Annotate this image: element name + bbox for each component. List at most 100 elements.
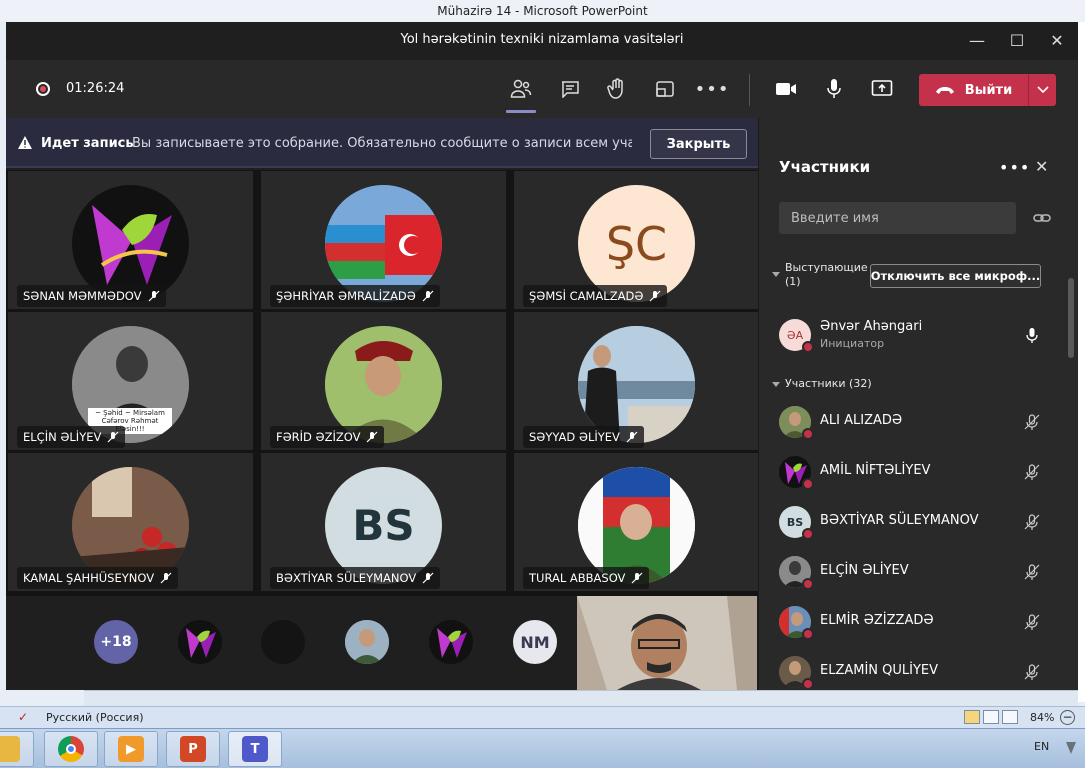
microphone-icon[interactable]	[821, 77, 847, 101]
status-badge	[802, 478, 814, 490]
participant-tile[interactable]: TURAL ABBASOV	[514, 453, 759, 591]
participant-row[interactable]: BS BƏXTİYAR SÜLEYMANOV	[759, 500, 1059, 544]
mic-off-icon[interactable]	[1023, 563, 1041, 581]
recording-icon	[36, 82, 50, 96]
presenters-collapse-icon[interactable]	[772, 272, 780, 277]
chrome-button[interactable]	[44, 731, 98, 767]
recording-banner: Идет запись Вы записываете это собрание.…	[6, 118, 758, 168]
input-language[interactable]: EN	[1034, 740, 1049, 753]
action-center-icon[interactable]	[1066, 742, 1076, 754]
panel-more-icon[interactable]: •••	[999, 158, 1030, 177]
participant-row[interactable]: ELZAMİN QULİYEV	[759, 650, 1059, 694]
attendees-collapse-icon[interactable]	[772, 382, 780, 387]
participants-toggle-icon[interactable]	[506, 77, 536, 113]
teams-title-bar: Yol hərəkətinin texniki nizamlama vasitə…	[6, 22, 1078, 60]
maximize-icon[interactable]: ☐	[1006, 30, 1028, 52]
camera-icon[interactable]	[773, 77, 799, 101]
screen: Mühazirə 14 - Microsoft PowerPoint ✓ Рус…	[0, 0, 1085, 768]
participant-bubble[interactable]	[429, 620, 473, 664]
teams-button[interactable]: T	[228, 731, 282, 767]
participant-name-tag: ELÇİN ƏLİYEV	[17, 426, 126, 448]
panel-close-icon[interactable]: ✕	[1035, 157, 1048, 176]
raise-hand-icon[interactable]	[604, 77, 630, 101]
presenters-section-label[interactable]: Выступающие (1)	[785, 261, 868, 289]
participant-bubble[interactable]: NM	[513, 620, 557, 664]
leave-options-button[interactable]	[1028, 74, 1056, 106]
participant-tile[interactable]: FƏRİD ƏZİZOV	[261, 312, 506, 450]
meeting-title: Yol hərəkətinin texniki nizamlama vasitə…	[400, 32, 684, 47]
mute-all-button[interactable]: Отключить все микроф...	[870, 264, 1041, 288]
mic-off-icon	[148, 290, 159, 302]
mic-off-icon	[626, 431, 638, 443]
participant-name-tag: FƏRİD ƏZİZOV	[270, 426, 385, 448]
participant-row[interactable]: AMİL NİFTƏLİYEV	[759, 450, 1059, 494]
participant-search-input[interactable]	[779, 202, 1016, 234]
avatar	[779, 406, 814, 440]
chat-icon[interactable]	[557, 77, 583, 101]
mic-off-icon	[367, 431, 378, 443]
participant-name: ALI ALIZADƏ	[820, 413, 903, 428]
status-badge	[802, 628, 814, 640]
close-window-icon[interactable]: ✕	[1046, 30, 1068, 52]
participant-bubble[interactable]	[345, 620, 389, 664]
powerpoint-icon: P	[180, 736, 206, 762]
self-video-preview[interactable]	[577, 596, 757, 690]
participant-row[interactable]: ELÇİN ƏLİYEV	[759, 550, 1059, 594]
participant-tile[interactable]: ŞƏHRİYAR ƏMRALİZADƏ	[261, 171, 506, 309]
mic-off-icon[interactable]	[1023, 663, 1041, 681]
status-language[interactable]: Русский (Россия)	[46, 711, 144, 724]
participant-name-tag: SƏYYAD ƏLİYEV	[523, 426, 644, 448]
participant-tile[interactable]: ~ Şəhid ~ Mirsəlam Cəfərov Rəhmət Eləsin…	[8, 312, 253, 450]
powerpoint-button[interactable]: P	[166, 731, 220, 767]
participant-name-tag: ŞƏHRİYAR ƏMRALİZADƏ	[270, 285, 440, 307]
file-explorer-button[interactable]	[0, 731, 34, 767]
panel-scrollbar[interactable]	[1068, 278, 1074, 358]
participant-row[interactable]: ALI ALIZADƏ	[759, 400, 1059, 444]
minimize-icon[interactable]: —	[966, 30, 988, 52]
mic-off-icon[interactable]	[1023, 613, 1041, 631]
avatar: ƏA	[779, 319, 814, 353]
participant-row[interactable]: ELMİR ƏZİZZADƏ	[759, 600, 1059, 644]
mic-off-icon[interactable]	[1023, 413, 1041, 431]
reading-view-button[interactable]	[1002, 710, 1018, 724]
participant-bubble[interactable]	[261, 620, 305, 664]
participant-tile[interactable]: BS BƏXTİYAR SÜLEYMANOV	[261, 453, 506, 591]
banner-close-button[interactable]: Закрыть	[650, 129, 747, 159]
mic-off-icon[interactable]	[1023, 513, 1041, 531]
normal-view-button[interactable]	[964, 710, 980, 724]
microphone-icon[interactable]	[1023, 326, 1041, 344]
avatar	[779, 456, 814, 490]
status-badge	[802, 341, 814, 353]
attendees-section-label[interactable]: Участники (32)	[785, 377, 872, 391]
leave-button[interactable]: Выйти	[919, 74, 1028, 106]
participant-tile[interactable]: KAMAL ŞAHHÜSEYNOV	[8, 453, 253, 591]
room-view-icon[interactable]	[652, 77, 678, 101]
zoom-out-button[interactable]: −	[1060, 710, 1075, 725]
share-invite-icon[interactable]	[1032, 208, 1052, 228]
powerpoint-slide-edge	[1078, 22, 1085, 702]
participant-bubble[interactable]	[178, 620, 222, 664]
participant-tile[interactable]: ŞC ŞƏMSİ CAMALZADƏ	[514, 171, 759, 309]
zoom-level[interactable]: 84%	[1030, 711, 1054, 724]
mic-off-icon[interactable]	[1023, 463, 1041, 481]
mic-off-icon	[422, 572, 434, 584]
spellcheck-icon[interactable]: ✓	[18, 710, 32, 724]
participant-row[interactable]: ƏA Ənvər Ahəngari Инициатор	[759, 313, 1059, 357]
taskbar: ▶ P T EN	[0, 728, 1085, 768]
meeting-toolbar: 01:26:24 ••• Выйти	[6, 60, 1078, 118]
more-participants-bubble[interactable]: +18	[94, 620, 138, 664]
avatar	[779, 556, 814, 590]
file-explorer-icon	[0, 736, 20, 762]
more-actions-icon[interactable]: •••	[695, 77, 729, 101]
media-player-icon: ▶	[118, 736, 144, 762]
avatar	[779, 656, 814, 690]
slide-sorter-button[interactable]	[983, 710, 999, 724]
toolbar-divider	[749, 74, 750, 106]
chrome-icon	[58, 736, 84, 762]
share-screen-icon[interactable]	[869, 77, 895, 101]
mic-off-icon	[422, 290, 434, 302]
participant-tile[interactable]: SƏNAN MƏMMƏDOV	[8, 171, 253, 309]
media-player-button[interactable]: ▶	[104, 731, 158, 767]
participant-name: ELZAMİN QULİYEV	[820, 663, 939, 678]
participant-tile[interactable]: SƏYYAD ƏLİYEV	[514, 312, 759, 450]
